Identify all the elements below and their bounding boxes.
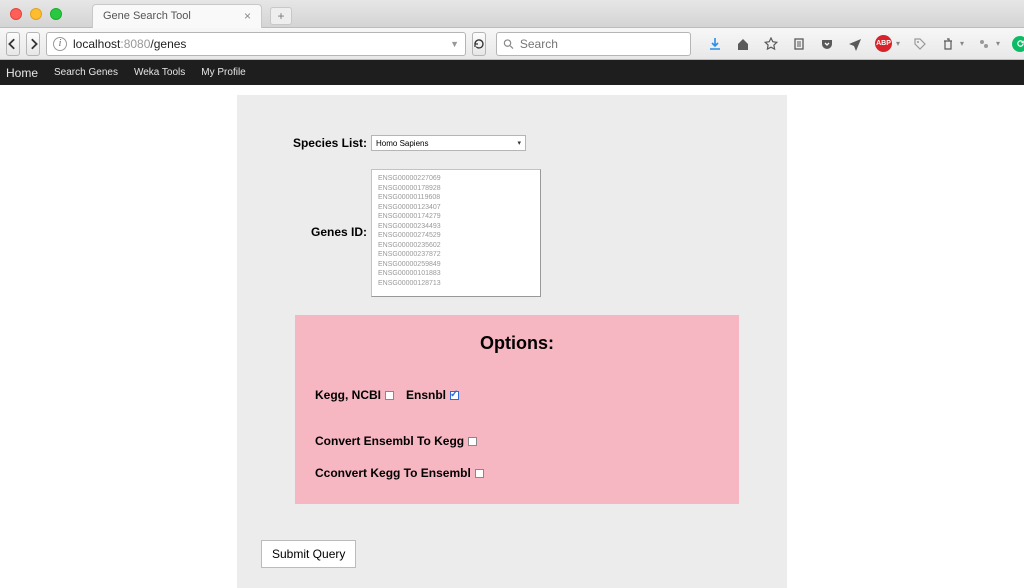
zoom-window-button[interactable]: [50, 8, 62, 20]
genes-textarea[interactable]: [371, 169, 541, 297]
browser-tab[interactable]: Gene Search Tool ×: [92, 4, 262, 28]
search-bar[interactable]: [496, 32, 691, 56]
page-content: Species List: Homo Sapiens ▾ Genes ID: O…: [0, 85, 1024, 588]
url-bar[interactable]: i localhost:8080/genes ▼: [46, 32, 466, 56]
url-port: :8080: [120, 37, 150, 51]
species-select[interactable]: Homo Sapiens ▾: [371, 135, 526, 151]
checkbox-kegg-ncbi[interactable]: [385, 391, 394, 400]
nav-weka-tools[interactable]: Weka Tools: [134, 67, 185, 78]
options-heading: Options:: [315, 333, 719, 354]
option-kegg-ncbi-label: Kegg, NCBI: [315, 388, 381, 402]
option-convert-e-to-k: Convert Ensembl To Kegg: [315, 434, 719, 448]
dropdown-icon[interactable]: ▾: [896, 39, 900, 48]
dropdown-icon[interactable]: ▾: [996, 39, 1000, 48]
search-input[interactable]: [520, 37, 684, 51]
species-value: Homo Sapiens: [376, 139, 428, 148]
option-kegg-ensembl: Kegg, NCBI Ensnbl: [315, 388, 719, 402]
back-button[interactable]: [6, 32, 20, 56]
option-convert-k-to-e: Cconvert Kegg To Ensembl: [315, 466, 719, 480]
checkbox-convert-k-to-e[interactable]: [475, 469, 484, 478]
checkbox-convert-e-to-k[interactable]: [468, 437, 477, 446]
species-label: Species List:: [261, 136, 371, 150]
grammarly-icon[interactable]: [1012, 36, 1024, 52]
nav-my-profile[interactable]: My Profile: [201, 67, 245, 78]
close-window-button[interactable]: [10, 8, 22, 20]
checkbox-ensembl[interactable]: [450, 391, 459, 400]
genes-label: Genes ID:: [261, 169, 371, 239]
tab-title: Gene Search Tool: [103, 10, 191, 22]
clipboard-icon[interactable]: [791, 36, 807, 52]
url-dropdown-icon[interactable]: ▼: [450, 39, 459, 49]
trash-icon[interactable]: [940, 36, 956, 52]
window-titlebar: Gene Search Tool × +: [0, 0, 1024, 28]
option-convert-e-to-k-label: Convert Ensembl To Kegg: [315, 434, 464, 448]
reload-icon: [473, 38, 485, 50]
submit-button[interactable]: Submit Query: [261, 540, 356, 568]
options-panel: Options: Kegg, NCBI Ensnbl Convert Ensem…: [295, 315, 739, 504]
form-container: Species List: Homo Sapiens ▾ Genes ID: O…: [237, 95, 787, 588]
puzzle-icon[interactable]: [976, 36, 992, 52]
url-text: localhost:8080/genes: [73, 37, 186, 51]
browser-toolbar: i localhost:8080/genes ▼ ABP ▾ ▾ ▾: [0, 28, 1024, 60]
nav-search-genes[interactable]: Search Genes: [54, 67, 118, 78]
minimize-window-button[interactable]: [30, 8, 42, 20]
toolbar-icons: ABP ▾ ▾ ▾: [707, 35, 1024, 52]
new-tab-button[interactable]: +: [270, 7, 292, 25]
reload-button[interactable]: [472, 32, 486, 56]
option-convert-k-to-e-label: Cconvert Kegg To Ensembl: [315, 466, 471, 480]
app-nav: Home Search Genes Weka Tools My Profile: [0, 60, 1024, 85]
tab-strip: Gene Search Tool × +: [92, 0, 292, 28]
search-icon: [503, 38, 514, 50]
submit-row: Submit Query: [261, 524, 763, 568]
forward-button[interactable]: [26, 32, 40, 56]
dropdown-icon[interactable]: ▾: [960, 39, 964, 48]
url-path: /genes: [150, 37, 186, 51]
send-icon[interactable]: [847, 36, 863, 52]
traffic-lights: [0, 8, 72, 20]
arrow-left-icon: [7, 38, 19, 50]
close-tab-icon[interactable]: ×: [244, 9, 251, 23]
star-icon[interactable]: [763, 36, 779, 52]
url-host: localhost: [73, 37, 120, 51]
arrow-right-icon: [27, 38, 39, 50]
tag-icon[interactable]: [912, 36, 928, 52]
home-icon[interactable]: [735, 36, 751, 52]
chevron-down-icon: ▾: [517, 139, 521, 147]
species-row: Species List: Homo Sapiens ▾: [261, 135, 763, 151]
site-info-icon[interactable]: i: [53, 37, 67, 51]
nav-home[interactable]: Home: [6, 66, 38, 80]
pocket-icon[interactable]: [819, 36, 835, 52]
option-ensembl-label: Ensnbl: [406, 388, 446, 402]
abp-icon[interactable]: ABP: [875, 35, 892, 52]
download-icon[interactable]: [707, 36, 723, 52]
genes-row: Genes ID:: [261, 169, 763, 297]
